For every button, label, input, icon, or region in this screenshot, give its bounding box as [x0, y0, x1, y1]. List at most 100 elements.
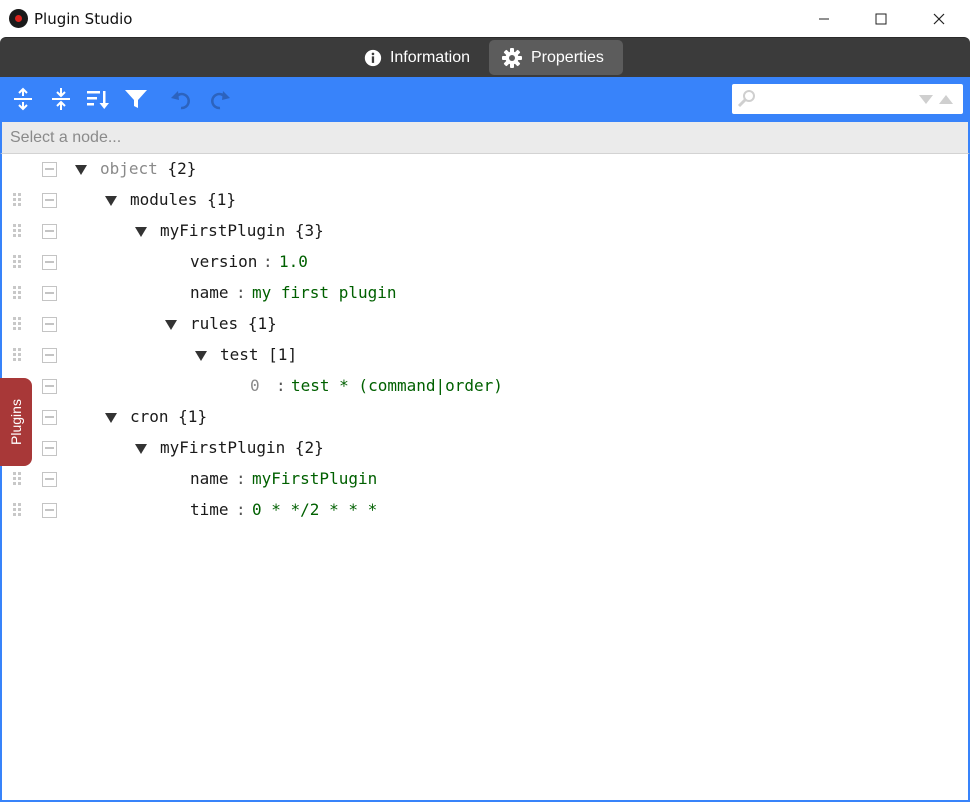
drag-handle-icon[interactable] [13, 255, 23, 271]
info-icon [364, 49, 382, 66]
drag-handle-icon[interactable] [13, 286, 23, 302]
maximize-icon [875, 13, 887, 24]
field-rules[interactable]: rules {1} [190, 314, 277, 333]
context-menu-button[interactable] [42, 379, 57, 394]
drag-handle-icon[interactable] [13, 193, 23, 209]
tab-properties[interactable]: Properties [489, 40, 623, 75]
drag-handle-icon[interactable] [13, 317, 23, 333]
search-previous-button[interactable] [938, 92, 954, 106]
search-box [732, 84, 963, 114]
tree-row-test-item: 0 : test * (command|order) [2, 371, 962, 402]
value-name[interactable]: my first plugin [252, 283, 397, 302]
redo-button[interactable] [207, 86, 233, 112]
context-menu-button[interactable] [42, 255, 57, 270]
gear-icon [502, 47, 522, 68]
filter-button[interactable] [123, 86, 149, 112]
value-version[interactable]: 1.0 [279, 252, 308, 271]
field-modules[interactable]: modules {1} [130, 190, 236, 209]
drag-handle-icon[interactable] [13, 348, 23, 364]
plugins-panel-toggle[interactable]: Plugins [0, 378, 32, 466]
window-titlebar: Plugin Studio [0, 0, 970, 37]
chevron-up-icon [939, 95, 953, 104]
context-menu-button[interactable] [42, 472, 57, 487]
expand-arrow-icon[interactable] [164, 318, 178, 332]
expand-arrow-icon[interactable] [104, 194, 118, 208]
context-menu-button[interactable] [42, 193, 57, 208]
tree-row-cron-name: name : myFirstPlugin [2, 464, 962, 495]
app-logo-icon [9, 9, 28, 28]
expand-all-button[interactable] [10, 86, 36, 112]
drag-handle-icon[interactable] [13, 472, 23, 488]
undo-button[interactable] [168, 86, 194, 112]
value-test-item[interactable]: test * (command|order) [291, 376, 503, 395]
context-menu-button[interactable] [42, 224, 57, 239]
chevron-down-icon [919, 95, 933, 104]
expand-arrow-icon[interactable] [74, 163, 88, 177]
maximize-button[interactable] [852, 0, 910, 37]
separator-colon: : [276, 376, 286, 395]
tree-row-myfirstplugin: myFirstPlugin {3} [2, 216, 962, 247]
collapse-all-icon [52, 88, 70, 110]
separator-colon: : [236, 500, 246, 519]
tree-row-cron-myfirstplugin: myFirstPlugin {2} [2, 433, 962, 464]
tab-information[interactable]: Information [352, 40, 484, 75]
search-input[interactable] [760, 88, 910, 110]
tree-row-modules: modules {1} [2, 185, 962, 216]
separator-colon: : [236, 469, 246, 488]
value-cron-time[interactable]: 0 * */2 * * * [252, 500, 377, 519]
filter-icon [125, 90, 147, 108]
expand-all-icon [14, 87, 32, 111]
collapse-all-button[interactable] [48, 86, 74, 112]
tree-row-name: name : my first plugin [2, 278, 962, 309]
expand-arrow-icon[interactable] [134, 442, 148, 456]
search-next-button[interactable] [918, 92, 934, 106]
close-icon [933, 13, 945, 24]
expand-arrow-icon[interactable] [104, 411, 118, 425]
expand-arrow-icon[interactable] [194, 349, 208, 363]
sort-icon [87, 91, 109, 109]
tree-row-cron-time: time : 0 * */2 * * * [2, 495, 962, 526]
plugins-tab-label: Plugins [8, 399, 24, 445]
context-menu-button[interactable] [42, 503, 57, 518]
context-menu-button[interactable] [42, 441, 57, 456]
tree-row-test: test [1] [2, 340, 962, 371]
context-menu-button[interactable] [42, 162, 57, 177]
field-object[interactable]: object {2} [100, 159, 196, 178]
minimize-icon [819, 18, 829, 19]
context-menu-button[interactable] [42, 410, 57, 425]
separator-colon: : [236, 283, 246, 302]
context-menu-button[interactable] [42, 286, 57, 301]
tree-row-version: version : 1.0 [2, 247, 962, 278]
tab-information-label: Information [389, 48, 470, 66]
expand-arrow-icon[interactable] [134, 225, 148, 239]
field-cron[interactable]: cron {1} [130, 407, 207, 426]
minimize-button[interactable] [795, 0, 853, 37]
tree-row-cron: cron {1} [2, 402, 962, 433]
search-icon [737, 90, 755, 108]
drag-handle-icon[interactable] [13, 224, 23, 240]
field-name[interactable]: name [190, 283, 229, 302]
separator-colon: : [263, 252, 273, 271]
window-title: Plugin Studio [34, 10, 133, 28]
field-cron-name[interactable]: name [190, 469, 229, 488]
tab-bar: Information Properties [0, 37, 970, 77]
field-cron-time[interactable]: time [190, 500, 229, 519]
redo-icon [211, 91, 230, 110]
close-button[interactable] [910, 0, 968, 37]
json-tree: object {2} modules {1} myFirstPlugin {3}… [0, 154, 970, 802]
node-navigation-bar[interactable]: Select a node... [0, 122, 970, 154]
field-myfirstplugin[interactable]: myFirstPlugin {3} [160, 221, 324, 240]
value-cron-name[interactable]: myFirstPlugin [252, 469, 377, 488]
undo-icon [171, 91, 190, 110]
tab-properties-label: Properties [531, 48, 604, 66]
drag-handle-icon[interactable] [13, 503, 23, 519]
context-menu-button[interactable] [42, 317, 57, 332]
field-version[interactable]: version [190, 252, 257, 271]
field-cron-myfirstplugin[interactable]: myFirstPlugin {2} [160, 438, 324, 457]
context-menu-button[interactable] [42, 348, 57, 363]
field-test[interactable]: test [1] [220, 345, 297, 364]
sort-button[interactable] [85, 86, 111, 112]
navbar-placeholder: Select a node... [10, 129, 122, 146]
array-index: 0 [250, 376, 260, 395]
tree-row-root: object {2} [2, 154, 962, 185]
